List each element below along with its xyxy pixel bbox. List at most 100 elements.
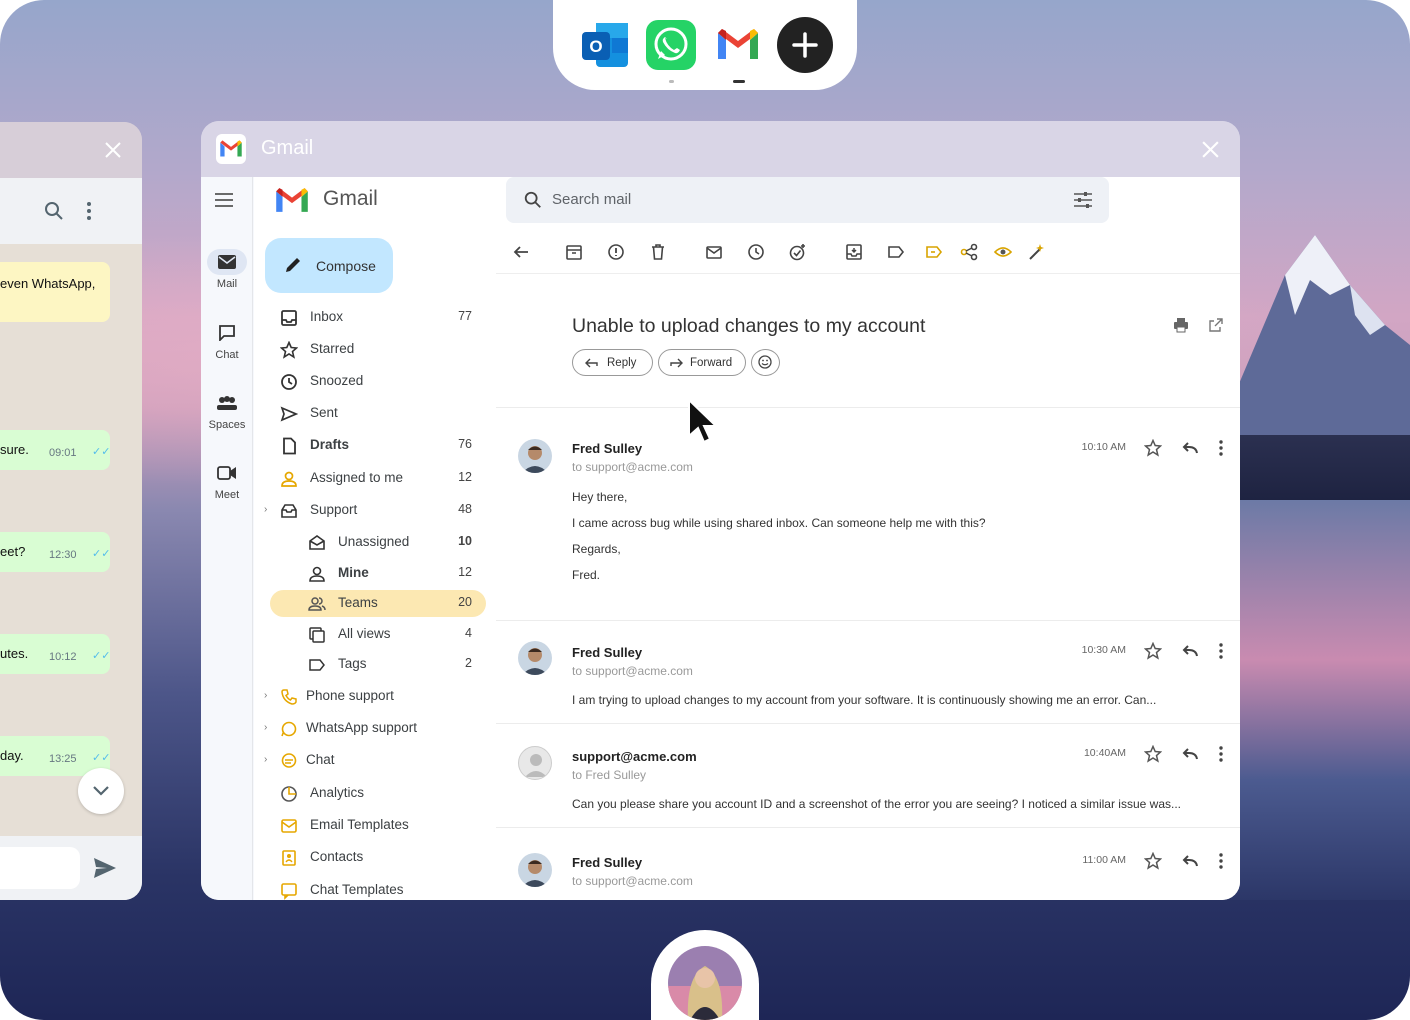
forward-label: Forward bbox=[690, 356, 733, 369]
chevron-down-icon bbox=[93, 786, 109, 796]
read-ticks-icon: ✓✓ bbox=[92, 650, 111, 662]
add-task-icon[interactable] bbox=[789, 243, 807, 261]
more-vert-icon[interactable] bbox=[1212, 642, 1230, 660]
nav-item-drafts[interactable]: Drafts 76 bbox=[268, 432, 486, 459]
nav-item-email-templates[interactable]: Email Templates bbox=[268, 812, 486, 839]
search-input[interactable]: Search mail bbox=[552, 191, 631, 208]
nav-item-sent[interactable]: Sent bbox=[268, 400, 486, 427]
email-message[interactable]: Fred Sulley to support@acme.com 11:00 AM bbox=[496, 827, 1240, 900]
more-vert-icon[interactable] bbox=[1212, 439, 1230, 457]
star-icon[interactable] bbox=[1144, 439, 1162, 457]
whatsapp-window[interactable]: even WhatsApp, sure. 09:01 ✓✓ eet? 12:30 ✓✓ … bbox=[0, 122, 142, 900]
share-icon[interactable] bbox=[960, 243, 978, 261]
outlook-icon[interactable]: O bbox=[578, 17, 634, 73]
nav-item-assigned[interactable]: Assigned to me 12 bbox=[268, 465, 486, 492]
chevron-right-icon[interactable]: › bbox=[264, 690, 267, 701]
emoji-reaction-button[interactable] bbox=[751, 349, 780, 376]
chevron-right-icon[interactable]: › bbox=[264, 754, 267, 765]
avatar bbox=[518, 746, 552, 780]
reply-icon[interactable] bbox=[1181, 852, 1199, 870]
label-icon[interactable] bbox=[887, 243, 905, 261]
star-icon[interactable] bbox=[1144, 852, 1162, 870]
message-time: 12:30 bbox=[49, 549, 77, 561]
send-icon[interactable] bbox=[93, 857, 117, 879]
search-icon[interactable] bbox=[43, 200, 65, 222]
person-icon bbox=[309, 566, 325, 582]
nav-item-snoozed[interactable]: Snoozed bbox=[268, 368, 486, 395]
email-message[interactable]: support@acme.com to Fred Sulley 10:40AM … bbox=[496, 723, 1240, 827]
scroll-down-button[interactable] bbox=[78, 768, 124, 814]
eye-icon[interactable] bbox=[994, 243, 1012, 261]
whatsapp-icon[interactable] bbox=[643, 17, 699, 73]
nav-count: 2 bbox=[465, 656, 472, 670]
search-bar[interactable]: Search mail bbox=[506, 177, 1109, 223]
plus-icon[interactable] bbox=[777, 17, 833, 73]
compose-button[interactable]: Compose bbox=[265, 238, 393, 293]
chevron-right-icon[interactable]: › bbox=[264, 722, 267, 733]
mouse-cursor-icon bbox=[688, 398, 719, 444]
close-icon[interactable] bbox=[1201, 140, 1220, 159]
star-icon[interactable] bbox=[1144, 642, 1162, 660]
close-icon[interactable] bbox=[104, 141, 122, 159]
snooze-icon[interactable] bbox=[747, 243, 765, 261]
more-vert-icon[interactable] bbox=[1212, 745, 1230, 763]
filter-icon[interactable] bbox=[1073, 190, 1093, 210]
nav-label: All views bbox=[338, 626, 391, 641]
avatar bbox=[518, 853, 552, 887]
nav-item-contacts[interactable]: Contacts bbox=[268, 844, 486, 871]
report-spam-icon[interactable] bbox=[607, 243, 625, 261]
video-icon bbox=[207, 460, 247, 486]
message-bubble: utes. 10:12 ✓✓ bbox=[0, 634, 110, 674]
nav-item-analytics[interactable]: Analytics bbox=[268, 780, 486, 807]
move-to-icon[interactable] bbox=[845, 243, 863, 261]
rail-item-mail[interactable]: Mail bbox=[201, 249, 253, 290]
email-message[interactable]: Fred Sulley to support@acme.com 10:30 AM… bbox=[496, 620, 1240, 723]
message-body-line: I came across bug while using shared inb… bbox=[572, 516, 986, 530]
mark-unread-icon[interactable] bbox=[705, 243, 723, 261]
message-text: even WhatsApp, bbox=[0, 276, 96, 291]
reply-icon[interactable] bbox=[1181, 642, 1199, 660]
nav-item-whatsapp-support[interactable]: › WhatsApp support bbox=[264, 715, 486, 742]
menu-icon[interactable] bbox=[214, 192, 234, 208]
nav-item-all-views[interactable]: All views 4 bbox=[268, 621, 486, 648]
reply-icon[interactable] bbox=[1181, 745, 1199, 763]
recipient: to support@acme.com bbox=[572, 460, 693, 474]
tag-icon[interactable] bbox=[925, 243, 943, 261]
nav-item-unassigned[interactable]: Unassigned 10 bbox=[268, 529, 486, 556]
rail-label: Chat bbox=[215, 349, 239, 361]
rail-item-chat[interactable]: Chat bbox=[201, 320, 253, 361]
nav-item-chat[interactable]: › Chat bbox=[264, 747, 486, 774]
nav-item-starred[interactable]: Starred bbox=[268, 336, 486, 363]
print-icon[interactable] bbox=[1173, 317, 1189, 333]
reply-button[interactable]: Reply bbox=[572, 349, 653, 376]
nav-count: 76 bbox=[458, 437, 472, 451]
message-time: 09:01 bbox=[49, 447, 77, 459]
more-vert-icon[interactable] bbox=[84, 200, 94, 222]
rail-item-spaces[interactable]: Spaces bbox=[201, 390, 253, 431]
gmail-window[interactable]: Gmail Mail Chat Spaces Meet Gmail Compos… bbox=[201, 121, 1240, 900]
reply-icon[interactable] bbox=[1181, 439, 1199, 457]
email-message[interactable]: Fred Sulley to support@acme.com 10:10 AM… bbox=[496, 407, 1240, 620]
archive-icon[interactable] bbox=[565, 243, 583, 261]
nav-count: 12 bbox=[458, 565, 472, 579]
delete-icon[interactable] bbox=[649, 243, 667, 261]
more-vert-icon[interactable] bbox=[1212, 852, 1230, 870]
nav-item-mine[interactable]: Mine 12 bbox=[268, 560, 486, 587]
magic-wand-icon[interactable] bbox=[1028, 243, 1046, 261]
user-profile[interactable] bbox=[651, 930, 759, 1020]
back-arrow-icon[interactable] bbox=[512, 243, 530, 261]
nav-item-tags[interactable]: Tags 2 bbox=[268, 651, 486, 678]
nav-item-teams[interactable]: Teams 20 bbox=[270, 590, 486, 617]
nav-item-chat-templates[interactable]: Chat Templates bbox=[268, 877, 486, 900]
forward-button[interactable]: Forward bbox=[658, 349, 746, 376]
open-in-new-icon[interactable] bbox=[1209, 318, 1223, 332]
nav-item-support[interactable]: › Support 48 bbox=[264, 497, 486, 524]
chevron-right-icon[interactable]: › bbox=[264, 504, 267, 515]
nav-item-phone-support[interactable]: › Phone support bbox=[264, 683, 486, 710]
gmail-icon[interactable] bbox=[710, 17, 766, 73]
views-icon bbox=[309, 627, 325, 643]
message-input[interactable] bbox=[0, 847, 80, 889]
rail-item-meet[interactable]: Meet bbox=[201, 460, 253, 501]
star-icon[interactable] bbox=[1144, 745, 1162, 763]
nav-item-inbox[interactable]: Inbox 77 bbox=[268, 304, 486, 331]
